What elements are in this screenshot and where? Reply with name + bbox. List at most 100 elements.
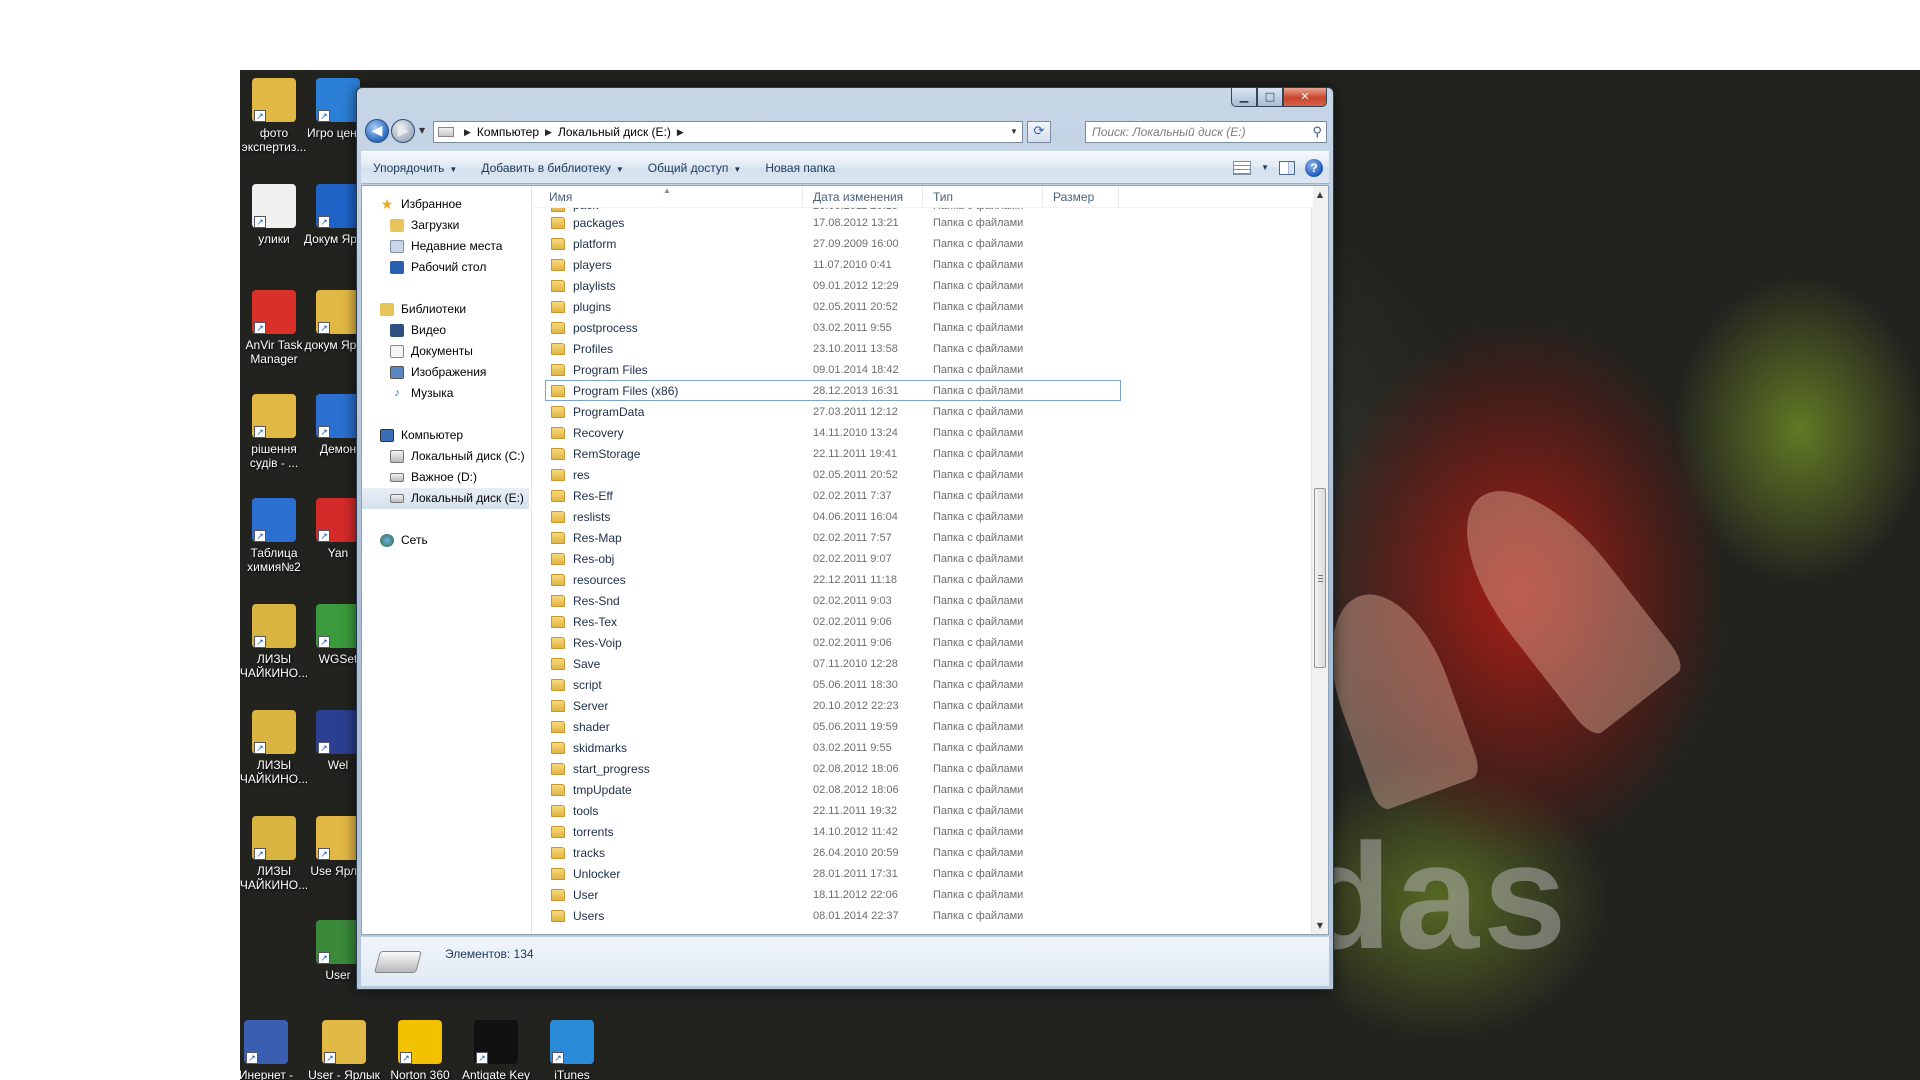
vertical-scrollbar[interactable]: ▲ ▼ [1311, 186, 1328, 934]
sidebar-item-desktop[interactable]: Рабочий стол [362, 257, 531, 278]
table-row[interactable]: res 02.05.2011 20:52 Папка с файлами [533, 464, 1313, 485]
chevron-right-icon[interactable]: ▶ [545, 122, 552, 142]
add-to-library-menu[interactable]: Добавить в библиотеку ▼ [469, 156, 635, 180]
search-box[interactable]: ⚲ [1085, 121, 1327, 143]
search-input[interactable] [1086, 122, 1296, 142]
table-row[interactable]: Program Files 09.01.2014 18:42 Папка с фай… [533, 359, 1313, 380]
recent-pages-dropdown-icon[interactable]: ▼ [419, 126, 425, 135]
table-row[interactable]: torrents 14.10.2012 11:42 Папка с файлами [533, 821, 1313, 842]
table-row[interactable]: Recovery 14.11.2010 13:24 Папка с файлами [533, 422, 1313, 443]
scroll-up-icon[interactable]: ▲ [1312, 186, 1328, 203]
table-row[interactable]: ProgramData 27.03.2011 12:12 Папка с файла… [533, 401, 1313, 422]
table-row[interactable]: playlists 09.01.2012 12:29 Папка с файлами [533, 275, 1313, 296]
file-type: Папка с файлами [933, 867, 1024, 880]
maximize-button[interactable]: □ [1257, 88, 1283, 107]
table-row[interactable]: Save 07.11.2010 12:28 Папка с файлами [533, 653, 1313, 674]
table-row[interactable]: Res-Eff 02.02.2011 7:37 Папка с файлами [533, 485, 1313, 506]
table-row[interactable]: resources 22.12.2011 11:18 Папка с файлами [533, 569, 1313, 590]
address-dropdown-icon[interactable]: ▼ [1006, 122, 1022, 142]
table-row[interactable]: User 18.11.2012 22:06 Папка с файлами [533, 884, 1313, 905]
desktop-icon-item[interactable]: ↗ рішення судів - ... [240, 394, 310, 470]
sidebar-computer[interactable]: Компьютер [362, 425, 531, 446]
table-row[interactable]: shader 05.06.2011 19:59 Папка с файлами [533, 716, 1313, 737]
preview-pane-icon[interactable] [1279, 160, 1295, 175]
table-row[interactable]: Server 20.10.2012 22:23 Папка с файлами [533, 695, 1313, 716]
breadcrumb-computer[interactable]: Компьютер [477, 122, 539, 142]
table-row[interactable]: packages 17.08.2012 13:21 Папка с файлами [533, 212, 1313, 233]
desktop-icon-item[interactable]: ↗ Norton 360 [384, 1020, 456, 1080]
sidebar-item-drive-d[interactable]: Важное (D:) [362, 467, 531, 488]
sidebar-favorites[interactable]: ★ Избранное [362, 194, 531, 215]
table-row[interactable]: Res-obj 02.02.2011 9:07 Папка с файлами [533, 548, 1313, 569]
table-row[interactable]: reslists 04.06.2011 16:04 Папка с файлами [533, 506, 1313, 527]
sidebar-item-recent-places[interactable]: Недавние места [362, 236, 531, 257]
scrollbar-thumb[interactable] [1314, 488, 1326, 668]
help-icon[interactable]: ? [1305, 158, 1323, 177]
column-header-size[interactable]: Размер [1043, 186, 1119, 208]
table-row[interactable]: players 11.07.2010 0:41 Папка с файлами [533, 254, 1313, 275]
search-icon[interactable]: ⚲ [1312, 124, 1322, 140]
folder-icon [551, 300, 565, 313]
sidebar-item-drive-e[interactable]: Локальный диск (E:) [362, 488, 529, 509]
view-options-icon[interactable] [1233, 160, 1252, 175]
sidebar-libraries[interactable]: Библиотеки [362, 299, 531, 320]
column-header-name[interactable]: ▲ Имя [533, 186, 803, 208]
table-row[interactable]: Unlocker 28.01.2011 17:31 Папка с файлами [533, 863, 1313, 884]
table-row[interactable]: Program Files (x86) 28.12.2013 16:31 Папка… [545, 380, 1121, 401]
table-row[interactable]: postprocess 03.02.2011 9:55 Папка с файлам… [533, 317, 1313, 338]
chevron-down-icon[interactable]: ▼ [1261, 163, 1269, 172]
table-row[interactable]: script 05.06.2011 18:30 Папка с файлами [533, 674, 1313, 695]
table-row[interactable]: plugins 02.05.2011 20:52 Папка с файлами [533, 296, 1313, 317]
sidebar-network-label: Сеть [401, 533, 428, 547]
table-row[interactable]: Users 08.01.2014 22:37 Папка с файлами [533, 905, 1313, 926]
desktop-icon-label: Таблица химия№2 [247, 546, 301, 574]
table-row[interactable]: skidmarks 03.02.2011 9:55 Папка с файлами [533, 737, 1313, 758]
minimize-button[interactable]: ▁ [1231, 88, 1257, 107]
desktop-icon-item[interactable]: ↗ Таблица химия№2 [240, 498, 310, 574]
desktop-icon-item[interactable]: ↗ ЛИЗЫ ЧАЙКИНО... [240, 604, 310, 680]
refresh-button[interactable]: ⟳ [1027, 121, 1051, 143]
column-header-type[interactable]: Тип [923, 186, 1043, 208]
table-row[interactable]: Res-Voip 02.02.2011 9:06 Папка с файлами [533, 632, 1313, 653]
sidebar-network[interactable]: Сеть [362, 530, 531, 551]
table-row[interactable]: start_progress 02.08.2012 18:06 Папка с фа… [533, 758, 1313, 779]
address-bar[interactable]: ▶ Компьютер ▶ Локальный диск (E:) ▶ ▼ [433, 121, 1023, 143]
table-row[interactable]: Profiles 23.10.2011 13:58 Папка с файлами [533, 338, 1313, 359]
table-row[interactable]: tracks 26.04.2010 20:59 Папка с файлами [533, 842, 1313, 863]
desktop-icon-item[interactable]: ↗ ЛИЗЫ ЧАЙКИНО... [240, 710, 310, 786]
desktop-icon-item[interactable]: ↗ Инернет - [240, 1020, 302, 1080]
share-menu[interactable]: Общий доступ ▼ [636, 156, 754, 180]
sort-ascending-icon: ▲ [663, 186, 671, 195]
back-button[interactable]: ◀ [365, 119, 389, 143]
table-row[interactable]: platform 27.09.2009 16:00 Папка с файлами [533, 233, 1313, 254]
desktop-icon-item[interactable]: ↗ фото экспертиз... [240, 78, 310, 154]
scroll-down-icon[interactable]: ▼ [1312, 917, 1328, 934]
desktop-icon-item[interactable]: ↗ User - Ярлык [308, 1020, 380, 1080]
new-folder-button[interactable]: Новая папка [753, 156, 847, 180]
desktop-icon-item[interactable]: ↗ iTunes [536, 1020, 608, 1080]
breadcrumb-drive-e[interactable]: Локальный диск (E:) [558, 122, 671, 142]
sidebar-item-drive-c[interactable]: Локальный диск (C:) [362, 446, 531, 467]
table-row[interactable]: Res-Map 02.02.2011 7:57 Папка с файлами [533, 527, 1313, 548]
sidebar-item-video[interactable]: Видео [362, 320, 531, 341]
organize-label: Упорядочить [373, 160, 445, 175]
sidebar-item-music[interactable]: ♪ Музыка [362, 383, 531, 404]
chevron-right-icon[interactable]: ▶ [677, 122, 684, 142]
sidebar-item-documents[interactable]: Документы [362, 341, 531, 362]
column-header-date[interactable]: Дата изменения [803, 186, 923, 208]
chevron-right-icon[interactable]: ▶ [464, 122, 471, 142]
table-row[interactable]: tmpUpdate 02.08.2012 18:06 Папка с файлами [533, 779, 1313, 800]
desktop-icon-item[interactable]: ↗ AnVir Task Manager [240, 290, 310, 366]
sidebar-item-downloads[interactable]: Загрузки [362, 215, 531, 236]
table-row[interactable]: Res-Snd 02.02.2011 9:03 Папка с файлами [533, 590, 1313, 611]
sidebar-item-pictures[interactable]: Изображения [362, 362, 531, 383]
desktop-icon-item[interactable]: ↗ ЛИЗЫ ЧАЙКИНО... [240, 816, 310, 892]
close-button[interactable]: ✕ [1283, 88, 1327, 107]
desktop-icon-item[interactable]: ↗ Antigate Key [460, 1020, 532, 1080]
table-row[interactable]: RemStorage 22.11.2011 19:41 Папка с файлам… [533, 443, 1313, 464]
organize-menu[interactable]: Упорядочить ▼ [361, 156, 469, 180]
table-row[interactable]: Res-Tex 02.02.2011 9:06 Папка с файлами [533, 611, 1313, 632]
table-row[interactable]: tools 22.11.2011 19:32 Папка с файлами [533, 800, 1313, 821]
forward-button[interactable]: ▶ [391, 119, 415, 143]
desktop-icon-item[interactable]: ↗ улики [240, 184, 310, 246]
